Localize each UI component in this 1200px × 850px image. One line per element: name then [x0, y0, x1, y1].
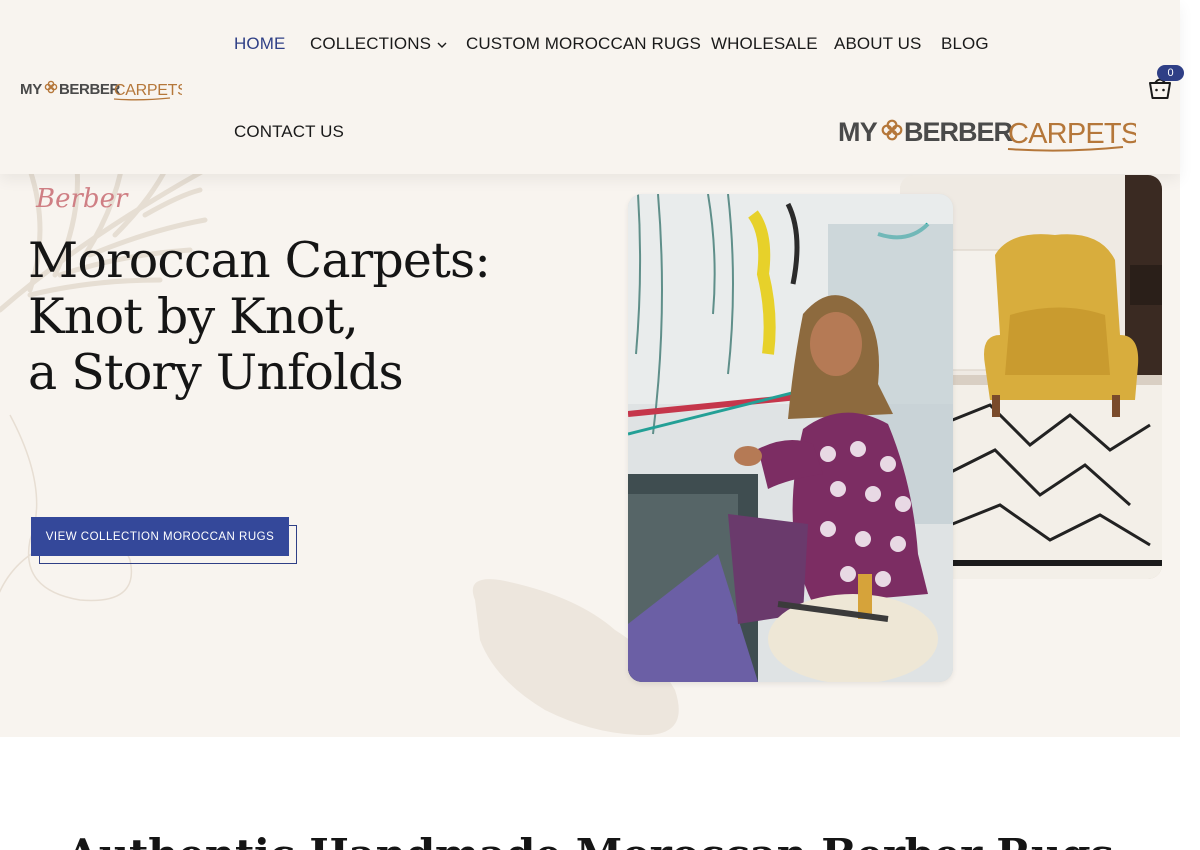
hero-title-line: a Story Unfolds — [28, 344, 404, 401]
hero-eyebrow: Berber — [36, 184, 128, 214]
view-collection-button[interactable]: VIEW COLLECTION MOROCCAN RUGS — [31, 517, 289, 556]
svg-text:BERBER: BERBER — [59, 81, 121, 98]
hero-title-line: Knot by Knot, — [28, 288, 359, 345]
nav-collections-label: COLLECTIONS — [310, 34, 432, 53]
nav-home[interactable]: HOME — [234, 34, 285, 54]
nav-blog[interactable]: BLOG — [941, 34, 989, 54]
nav-custom-moroccan-rugs[interactable]: CUSTOM MOROCCAN RUGS — [466, 34, 701, 54]
nav-wholesale[interactable]: WHOLESALE — [711, 34, 818, 54]
nav-collections[interactable]: COLLECTIONS — [310, 34, 448, 54]
site-header: MY BERBER CARPETS HOME COLLECTIONS CUSTO… — [0, 0, 1184, 174]
svg-text:BERBER: BERBER — [904, 117, 1013, 147]
cart-count-badge: 0 — [1157, 65, 1184, 81]
nav-about-us[interactable]: ABOUT US — [834, 34, 921, 54]
svg-text:CARPETS: CARPETS — [114, 82, 182, 99]
woman-weaving-photo — [628, 194, 953, 682]
hero-title: Moroccan Carpets: Knot by Knot, a Story … — [28, 233, 498, 401]
nav-contact-us[interactable]: CONTACT US — [234, 122, 344, 142]
hero-title-line: Moroccan Carpets: — [28, 232, 491, 289]
svg-text:CARPETS: CARPETS — [1008, 118, 1136, 150]
site-logo-large[interactable]: MY BERBER CARPETS — [838, 113, 1136, 153]
svg-text:MY: MY — [838, 117, 878, 147]
svg-text:MY: MY — [20, 81, 42, 98]
chevron-down-icon — [437, 42, 447, 48]
section-heading: Authentic Handmade Moroccan Berber Rugs — [0, 830, 1180, 850]
site-logo[interactable]: MY BERBER CARPETS — [20, 77, 182, 101]
